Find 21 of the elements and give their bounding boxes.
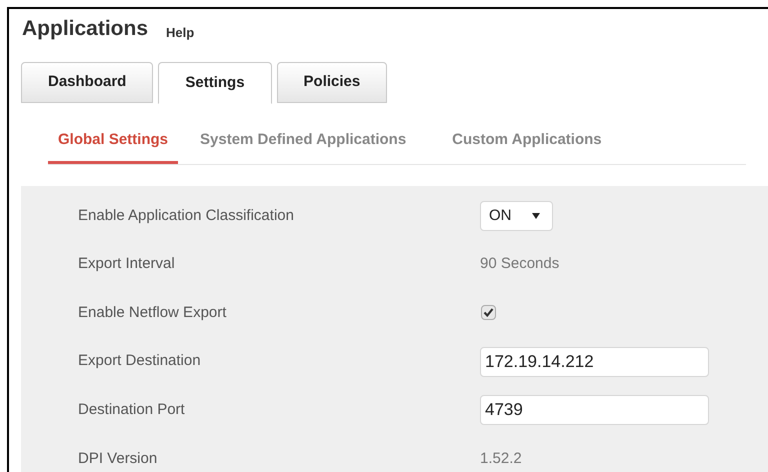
on-off-select[interactable]: ON [480, 200, 553, 231]
help-link[interactable]: Help [166, 26, 194, 39]
setting-value: 1.52.2 [480, 448, 522, 469]
setting-label: DPI Version [77, 448, 158, 469]
sub-tab[interactable]: Global Settings [48, 129, 178, 164]
setting-label: Export Interval [77, 254, 176, 274]
checkbox[interactable] [481, 305, 496, 320]
tab[interactable]: Settings [158, 62, 272, 104]
setting-value: 90 Seconds [480, 254, 560, 274]
setting-label: Enable Netflow Export [77, 302, 228, 323]
caret-icon [532, 212, 540, 219]
setting-label: Enable Application Classification [77, 206, 295, 226]
setting-label: Destination Port [77, 400, 186, 420]
text-field[interactable]: 4739 [480, 395, 709, 426]
tab[interactable]: Dashboard [21, 62, 154, 103]
text-field[interactable]: 172.19.14.212 [480, 346, 709, 377]
tab[interactable]: Policies [276, 62, 388, 103]
setting-label: Export Destination [77, 351, 202, 372]
sub-tab[interactable]: Custom Applications [442, 129, 612, 164]
page-title: Applications [22, 18, 148, 39]
sub-tab[interactable]: System Defined Applications [190, 129, 416, 164]
